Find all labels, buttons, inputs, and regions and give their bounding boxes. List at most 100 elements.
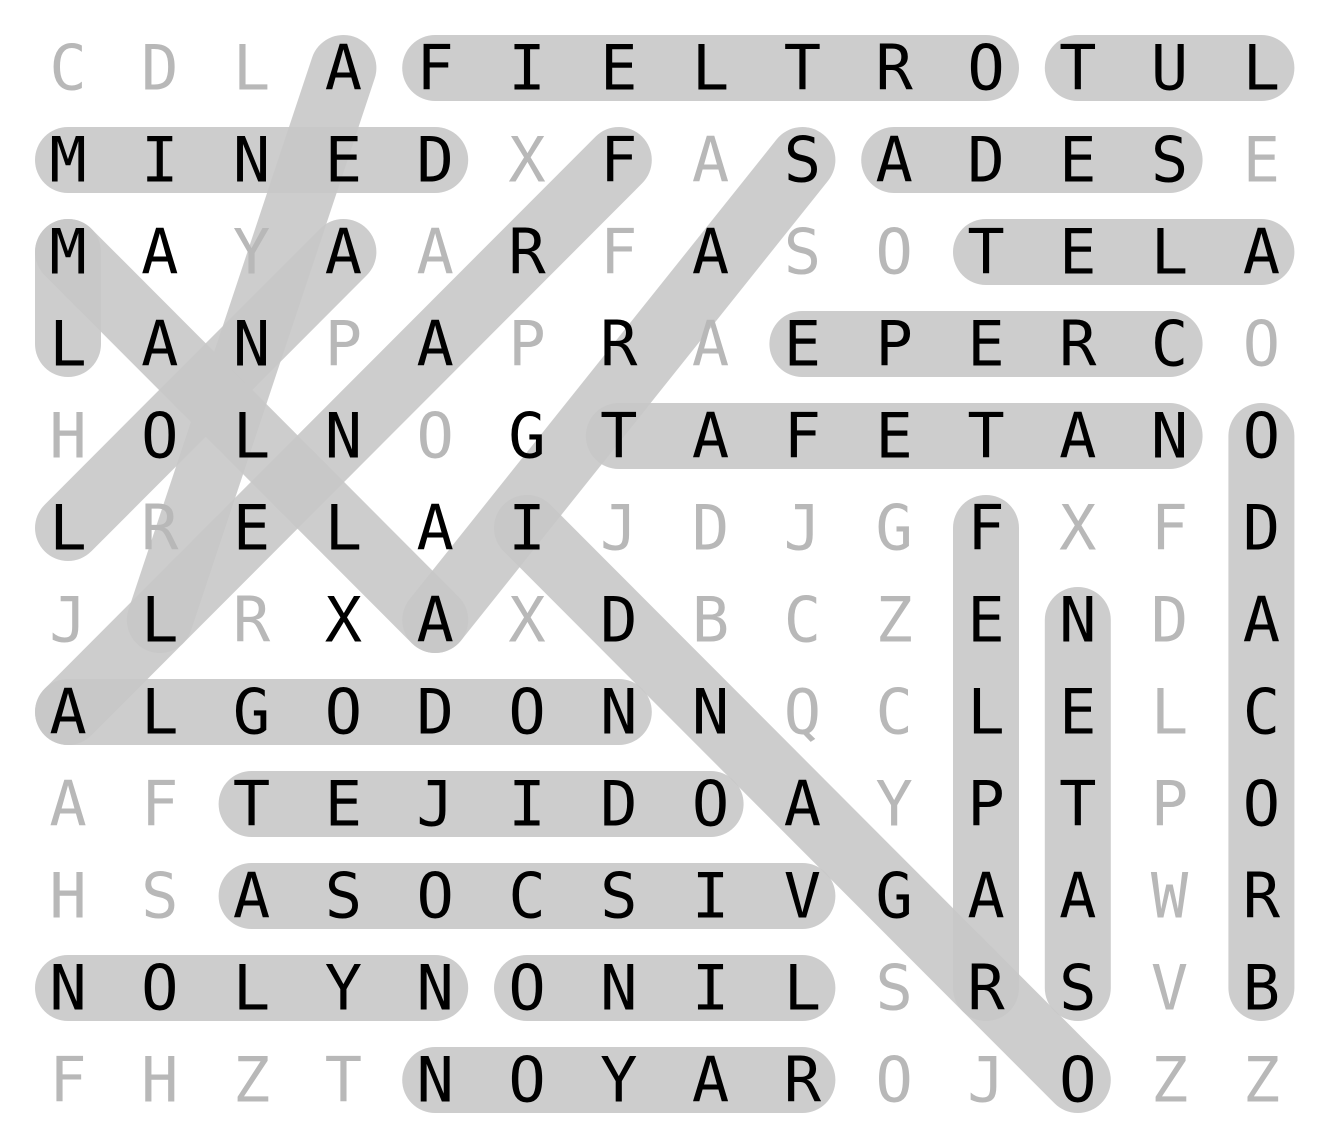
grid-letter[interactable]: I [508, 32, 545, 105]
grid-letter[interactable]: E [876, 400, 913, 473]
grid-letter[interactable]: E [233, 492, 270, 565]
grid-letter[interactable]: R [967, 952, 1005, 1025]
grid-letter[interactable]: O [141, 400, 178, 473]
grid-letter[interactable]: A [417, 216, 454, 289]
grid-letter[interactable]: T [233, 768, 270, 841]
grid-letter[interactable]: L [1151, 216, 1188, 289]
grid-letter[interactable]: A [692, 216, 729, 289]
grid-letter[interactable]: U [1151, 32, 1188, 105]
grid-letter[interactable]: L [233, 400, 270, 473]
grid-letter[interactable]: A [417, 584, 454, 657]
grid-letter[interactable]: O [508, 1044, 545, 1117]
grid-letter[interactable]: F [141, 768, 178, 841]
grid-letter[interactable]: D [1243, 492, 1280, 565]
grid-letter[interactable]: R [141, 492, 179, 565]
grid-letter[interactable]: M [49, 216, 86, 289]
grid-letter[interactable]: E [967, 308, 1004, 381]
grid-letter[interactable]: Z [876, 584, 913, 657]
grid-letter[interactable]: P [967, 768, 1004, 841]
grid-letter[interactable]: L [141, 584, 178, 657]
grid-letter[interactable]: T [784, 32, 821, 105]
grid-letter[interactable]: E [1059, 216, 1096, 289]
grid-letter[interactable]: X [508, 584, 545, 657]
grid-letter[interactable]: A [692, 400, 729, 473]
grid-letter[interactable]: X [325, 584, 362, 657]
grid-letter[interactable]: I [141, 124, 178, 197]
grid-letter[interactable]: N [1059, 584, 1096, 657]
grid-letter[interactable]: G [876, 860, 913, 933]
grid-letter[interactable]: S [1151, 124, 1188, 197]
grid-letter[interactable]: L [784, 952, 821, 1025]
grid-letter[interactable]: A [692, 1044, 729, 1117]
grid-letter[interactable]: I [692, 952, 729, 1025]
grid-letter[interactable]: C [1243, 676, 1280, 749]
grid-letter[interactable]: E [784, 308, 821, 381]
grid-letter[interactable]: J [417, 768, 454, 841]
grid-letter[interactable]: A [49, 676, 86, 749]
grid-letter[interactable]: X [508, 124, 545, 197]
grid-letter[interactable]: O [417, 860, 454, 933]
grid-letter[interactable]: J [49, 584, 86, 657]
grid-letter[interactable]: Z [1243, 1044, 1280, 1117]
grid-letter[interactable]: E [1059, 124, 1096, 197]
grid-letter[interactable]: A [417, 492, 454, 565]
grid-letter[interactable]: L [233, 32, 270, 105]
grid-letter[interactable]: J [600, 492, 637, 565]
grid-letter[interactable]: C [784, 584, 821, 657]
grid-letter[interactable]: P [508, 308, 545, 381]
grid-letter[interactable]: D [417, 676, 454, 749]
grid-letter[interactable]: D [967, 124, 1004, 197]
grid-letter[interactable]: O [508, 952, 545, 1025]
grid-letter[interactable]: O [1243, 768, 1280, 841]
grid-letter[interactable]: L [325, 492, 362, 565]
grid-letter[interactable]: T [1059, 768, 1096, 841]
grid-letter[interactable]: Q [784, 676, 821, 749]
grid-letter[interactable]: O [325, 676, 362, 749]
grid-letter[interactable]: N [417, 952, 454, 1025]
grid-letter[interactable]: J [967, 1044, 1004, 1117]
grid-letter[interactable]: D [141, 32, 178, 105]
grid-letter[interactable]: I [508, 768, 545, 841]
grid-letter[interactable]: C [876, 676, 913, 749]
grid-letter[interactable]: F [49, 1044, 86, 1117]
grid-letter[interactable]: O [876, 1044, 913, 1117]
grid-letter[interactable]: A [1243, 584, 1280, 657]
grid-letter[interactable]: B [692, 584, 729, 657]
grid-letter[interactable]: A [417, 308, 454, 381]
grid-letter[interactable]: F [967, 492, 1004, 565]
grid-letter[interactable]: S [876, 952, 913, 1025]
grid-letter[interactable]: A [141, 308, 178, 381]
grid-letter[interactable]: E [325, 768, 362, 841]
grid-letter[interactable]: B [1243, 952, 1280, 1025]
grid-letter[interactable]: R [508, 216, 546, 289]
grid-letter[interactable]: A [1059, 400, 1096, 473]
grid-letter[interactable]: F [600, 216, 637, 289]
grid-letter[interactable]: N [325, 400, 362, 473]
grid-letter[interactable]: T [600, 400, 637, 473]
grid-letter[interactable]: A [141, 216, 178, 289]
grid-letter[interactable]: A [692, 308, 729, 381]
grid-letter[interactable]: P [325, 308, 362, 381]
grid-letter[interactable]: N [1151, 400, 1188, 473]
grid-letter[interactable]: T [325, 1044, 362, 1117]
grid-letter[interactable]: P [1151, 768, 1188, 841]
grid-letter[interactable]: M [49, 124, 86, 197]
grid-letter[interactable]: N [692, 676, 729, 749]
grid-letter[interactable]: Y [876, 768, 913, 841]
grid-letter[interactable]: F [1151, 492, 1188, 565]
grid-letter[interactable]: E [1059, 676, 1096, 749]
grid-letter[interactable]: R [876, 32, 914, 105]
grid-letter[interactable]: H [141, 1044, 178, 1117]
grid-letter[interactable]: F [600, 124, 637, 197]
grid-letter[interactable]: I [508, 492, 545, 565]
grid-letter[interactable]: C [49, 32, 86, 105]
grid-letter[interactable]: N [49, 952, 86, 1025]
grid-letter[interactable]: D [600, 768, 637, 841]
grid-letter[interactable]: O [692, 768, 729, 841]
grid-letter[interactable]: A [784, 768, 821, 841]
grid-letter[interactable]: Y [233, 216, 270, 289]
grid-letter[interactable]: A [233, 860, 270, 933]
grid-letter[interactable]: L [1243, 32, 1280, 105]
grid-letter[interactable]: L [49, 492, 86, 565]
grid-letter[interactable]: A [1243, 216, 1280, 289]
